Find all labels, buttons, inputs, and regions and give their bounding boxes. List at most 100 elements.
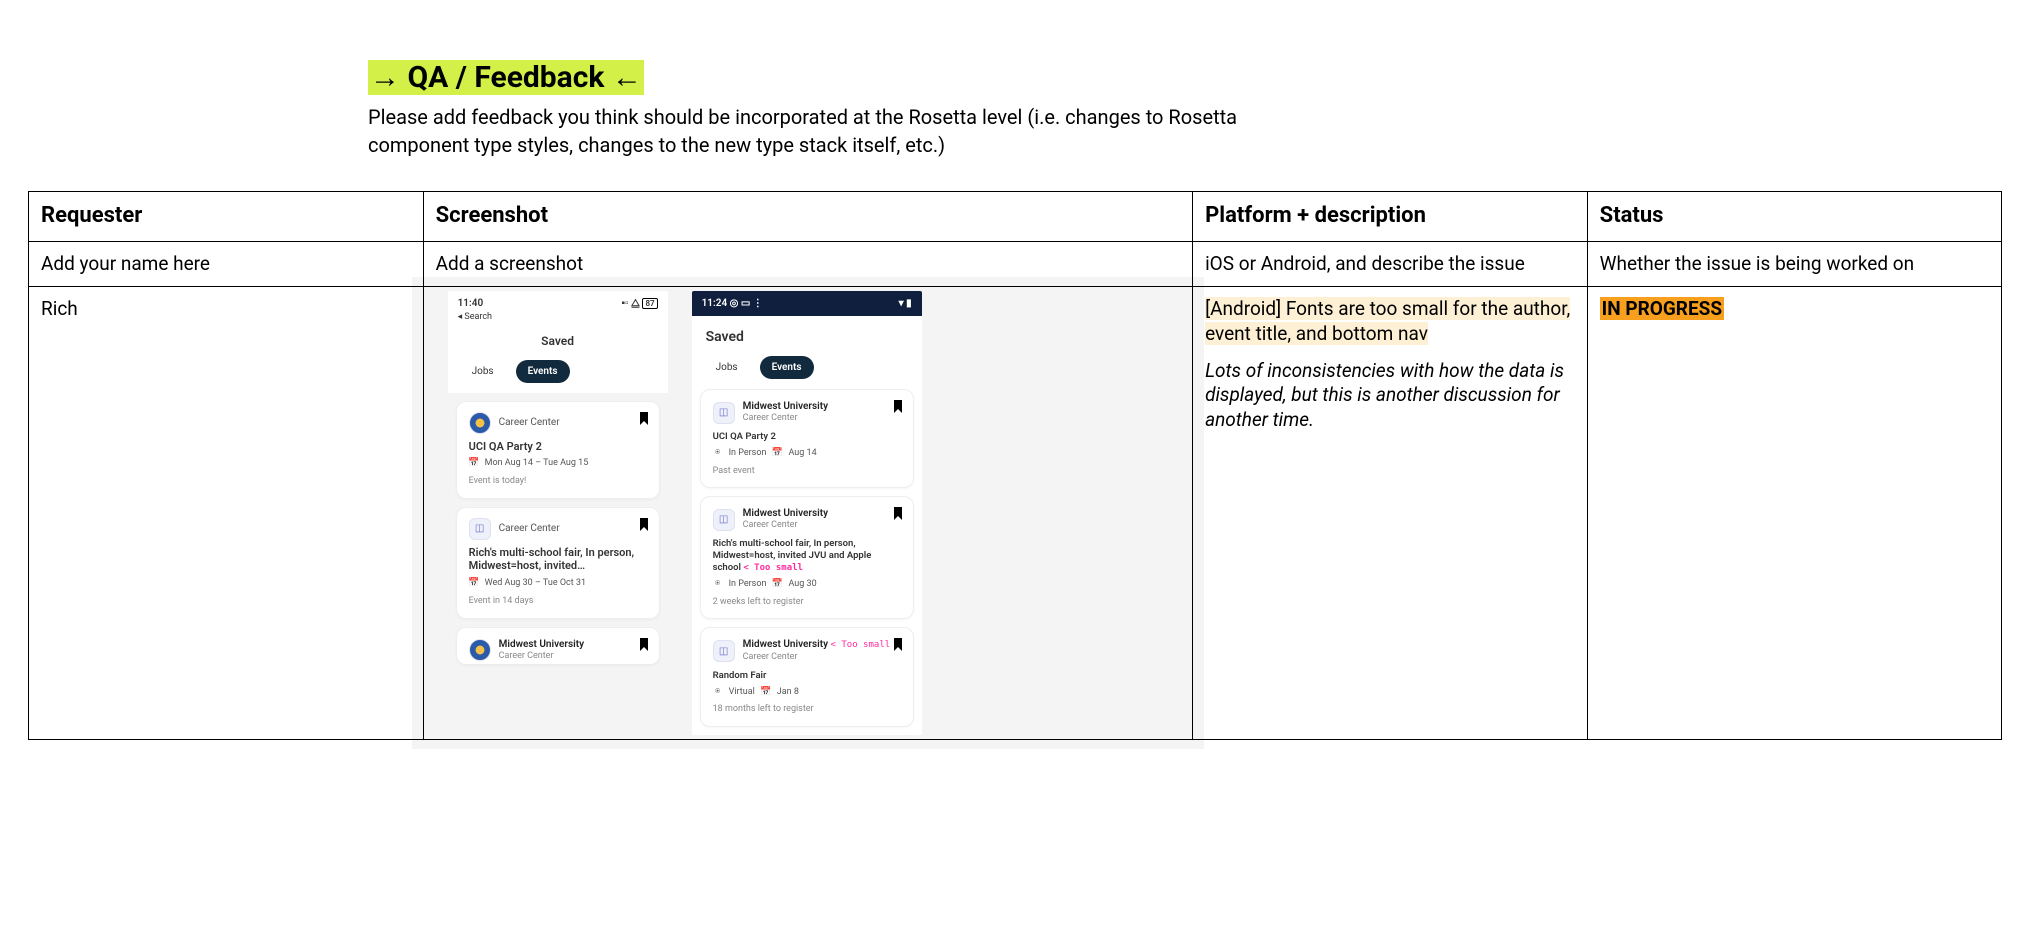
signal-icon: ▪▫ [621, 298, 628, 309]
desc-italic: Lots of inconsistencies with how the dat… [1205, 359, 1575, 433]
bookmark-icon [639, 638, 649, 651]
event-title: UCI QA Party 2 [469, 440, 647, 454]
org-name: Midwest University Career Center [743, 507, 828, 532]
helper-status[interactable]: Whether the issue is being worked on [1587, 241, 2001, 287]
event-card: ◫ Midwest University < Too small Career … [700, 627, 914, 727]
event-card: ◫ Midwest University Career Center UCI Q… [700, 389, 914, 488]
event-card: ◫ Career Center Rich's multi-school fair… [456, 507, 660, 619]
org-avatar: ◫ [713, 640, 735, 662]
pin-icon: ⍟ [713, 580, 723, 590]
event-card: Career Center UCI QA Party 2 📅 Mon Aug 1… [456, 401, 660, 499]
page-subtext: Please add feedback you think should be … [368, 103, 1268, 159]
event-card: ◫ Midwest University Career Center Rich'… [700, 496, 914, 619]
event-date: Jan 8 [777, 687, 799, 699]
col-header-status: Status [1587, 192, 2001, 242]
tab-events: Events [516, 360, 570, 383]
calendar-icon: 📅 [469, 579, 479, 589]
tab-events: Events [760, 356, 814, 379]
event-footer: Past event [713, 466, 901, 478]
cell-platform-desc[interactable]: [Android] Fonts are too small for the au… [1193, 287, 1588, 740]
phone-android: 11:24 ◎ ▭ ⋮ ▾ ▮ Saved Jobs Events [692, 291, 922, 735]
ios-time: 11:40 [458, 297, 484, 310]
annotation: < Too small [831, 640, 891, 650]
android-indicators: ▾ ▮ [899, 297, 912, 310]
org-avatar: ◫ [713, 509, 735, 531]
org-avatar: ◫ [713, 402, 735, 424]
col-header-requester: Requester [29, 192, 424, 242]
screenshot-container: 11:40 ▪▫ ⧋ 87 ◂ Search Saved Jobs Events [412, 277, 1204, 749]
annotation: < Too small [743, 563, 803, 573]
helper-requester[interactable]: Add your name here [29, 241, 424, 287]
cell-screenshot[interactable]: 11:40 ▪▫ ⧋ 87 ◂ Search Saved Jobs Events [423, 287, 1192, 740]
calendar-icon: 📅 [469, 459, 479, 469]
event-title: Rich's multi-school fair, In person, Mid… [713, 538, 901, 574]
org-name: Midwest University Career Center [499, 638, 584, 663]
phone-ios: 11:40 ▪▫ ⧋ 87 ◂ Search Saved Jobs Events [448, 291, 668, 735]
ios-tabs: Jobs Events [448, 360, 668, 393]
ios-back-search: ◂ Search [448, 312, 668, 328]
helper-platform-desc[interactable]: iOS or Android, and describe the issue [1193, 241, 1588, 287]
event-title: UCI QA Party 2 [713, 431, 901, 443]
battery-icon: 87 [642, 298, 657, 309]
ios-feed: Career Center UCI QA Party 2 📅 Mon Aug 1… [448, 393, 668, 736]
bookmark-icon [639, 518, 649, 531]
ios-indicators: ▪▫ ⧋ 87 [621, 297, 657, 310]
event-footer: 18 months left to register [713, 704, 901, 716]
event-footer: Event is today! [469, 476, 647, 488]
org-name: Career Center [499, 522, 560, 535]
calendar-icon: 📅 [772, 580, 782, 590]
col-header-platform-desc: Platform + description [1193, 192, 1588, 242]
event-card: Midwest University Career Center [456, 627, 660, 666]
col-header-screenshot: Screenshot [423, 192, 1192, 242]
desc-highlight: [Android] Fonts are too small for the au… [1205, 297, 1570, 345]
table-header-row: Requester Screenshot Platform + descript… [29, 192, 2002, 242]
tab-jobs: Jobs [460, 360, 506, 383]
android-tabs: Jobs Events [692, 356, 922, 389]
org-avatar [469, 639, 491, 661]
table-row: Rich 11:40 ▪▫ ⧋ 87 ◂ Search [29, 287, 2002, 740]
event-meta: ⍟ In Person 📅 Aug 14 [713, 448, 901, 460]
event-meta: 📅 Wed Aug 30 – Tue Oct 31 [469, 578, 647, 590]
android-time: 11:24 ◎ ▭ ⋮ [702, 297, 763, 310]
bookmark-icon [893, 400, 903, 413]
event-footer: Event in 14 days [469, 596, 647, 608]
tab-jobs: Jobs [704, 356, 750, 379]
bookmark-icon [639, 412, 649, 425]
event-footer: 2 weeks left to register [713, 597, 901, 609]
page-title: → QA / Feedback ← [368, 60, 644, 95]
bookmark-icon [893, 507, 903, 520]
status-badge: IN PROGRESS [1600, 297, 1724, 320]
event-meta: ⍟ Virtual 📅 Jan 8 [713, 687, 901, 699]
org-avatar: ◫ [469, 518, 491, 540]
event-date: Mon Aug 14 – Tue Aug 15 [485, 458, 589, 470]
org-avatar [469, 412, 491, 434]
event-meta: 📅 Mon Aug 14 – Tue Aug 15 [469, 458, 647, 470]
org-name: Midwest University Career Center [743, 400, 828, 425]
event-date: Aug 14 [788, 448, 816, 460]
calendar-icon: 📅 [772, 449, 782, 459]
android-statusbar: 11:24 ◎ ▭ ⋮ ▾ ▮ [692, 291, 922, 316]
event-location: Virtual [729, 687, 755, 699]
cell-requester[interactable]: Rich [29, 287, 424, 740]
org-name: Career Center [499, 416, 560, 429]
event-date: Aug 30 [788, 579, 816, 591]
calendar-icon: 📅 [761, 688, 771, 698]
pin-icon: ⍟ [713, 449, 723, 459]
page-header: → QA / Feedback ← Please add feedback yo… [368, 60, 1268, 159]
event-location: In Person [729, 579, 767, 591]
cell-status[interactable]: IN PROGRESS [1587, 287, 2001, 740]
bookmark-icon [893, 638, 903, 651]
org-name: Midwest University < Too small Career Ce… [743, 638, 891, 663]
pin-icon: ⍟ [713, 688, 723, 698]
event-meta: ⍟ In Person 📅 Aug 30 [713, 579, 901, 591]
ios-statusbar: 11:40 ▪▫ ⧋ 87 [448, 291, 668, 312]
android-page-title: Saved [692, 316, 922, 356]
feedback-table: Requester Screenshot Platform + descript… [28, 191, 2002, 740]
android-feed: ◫ Midwest University Career Center UCI Q… [692, 389, 922, 735]
event-title: Random Fair [713, 670, 901, 682]
event-location: In Person [729, 448, 767, 460]
wifi-icon: ⧋ [631, 298, 640, 309]
ios-page-title: Saved [448, 328, 668, 360]
event-title: Rich's multi-school fair, In person, Mid… [469, 546, 647, 574]
event-date: Wed Aug 30 – Tue Oct 31 [485, 578, 586, 590]
